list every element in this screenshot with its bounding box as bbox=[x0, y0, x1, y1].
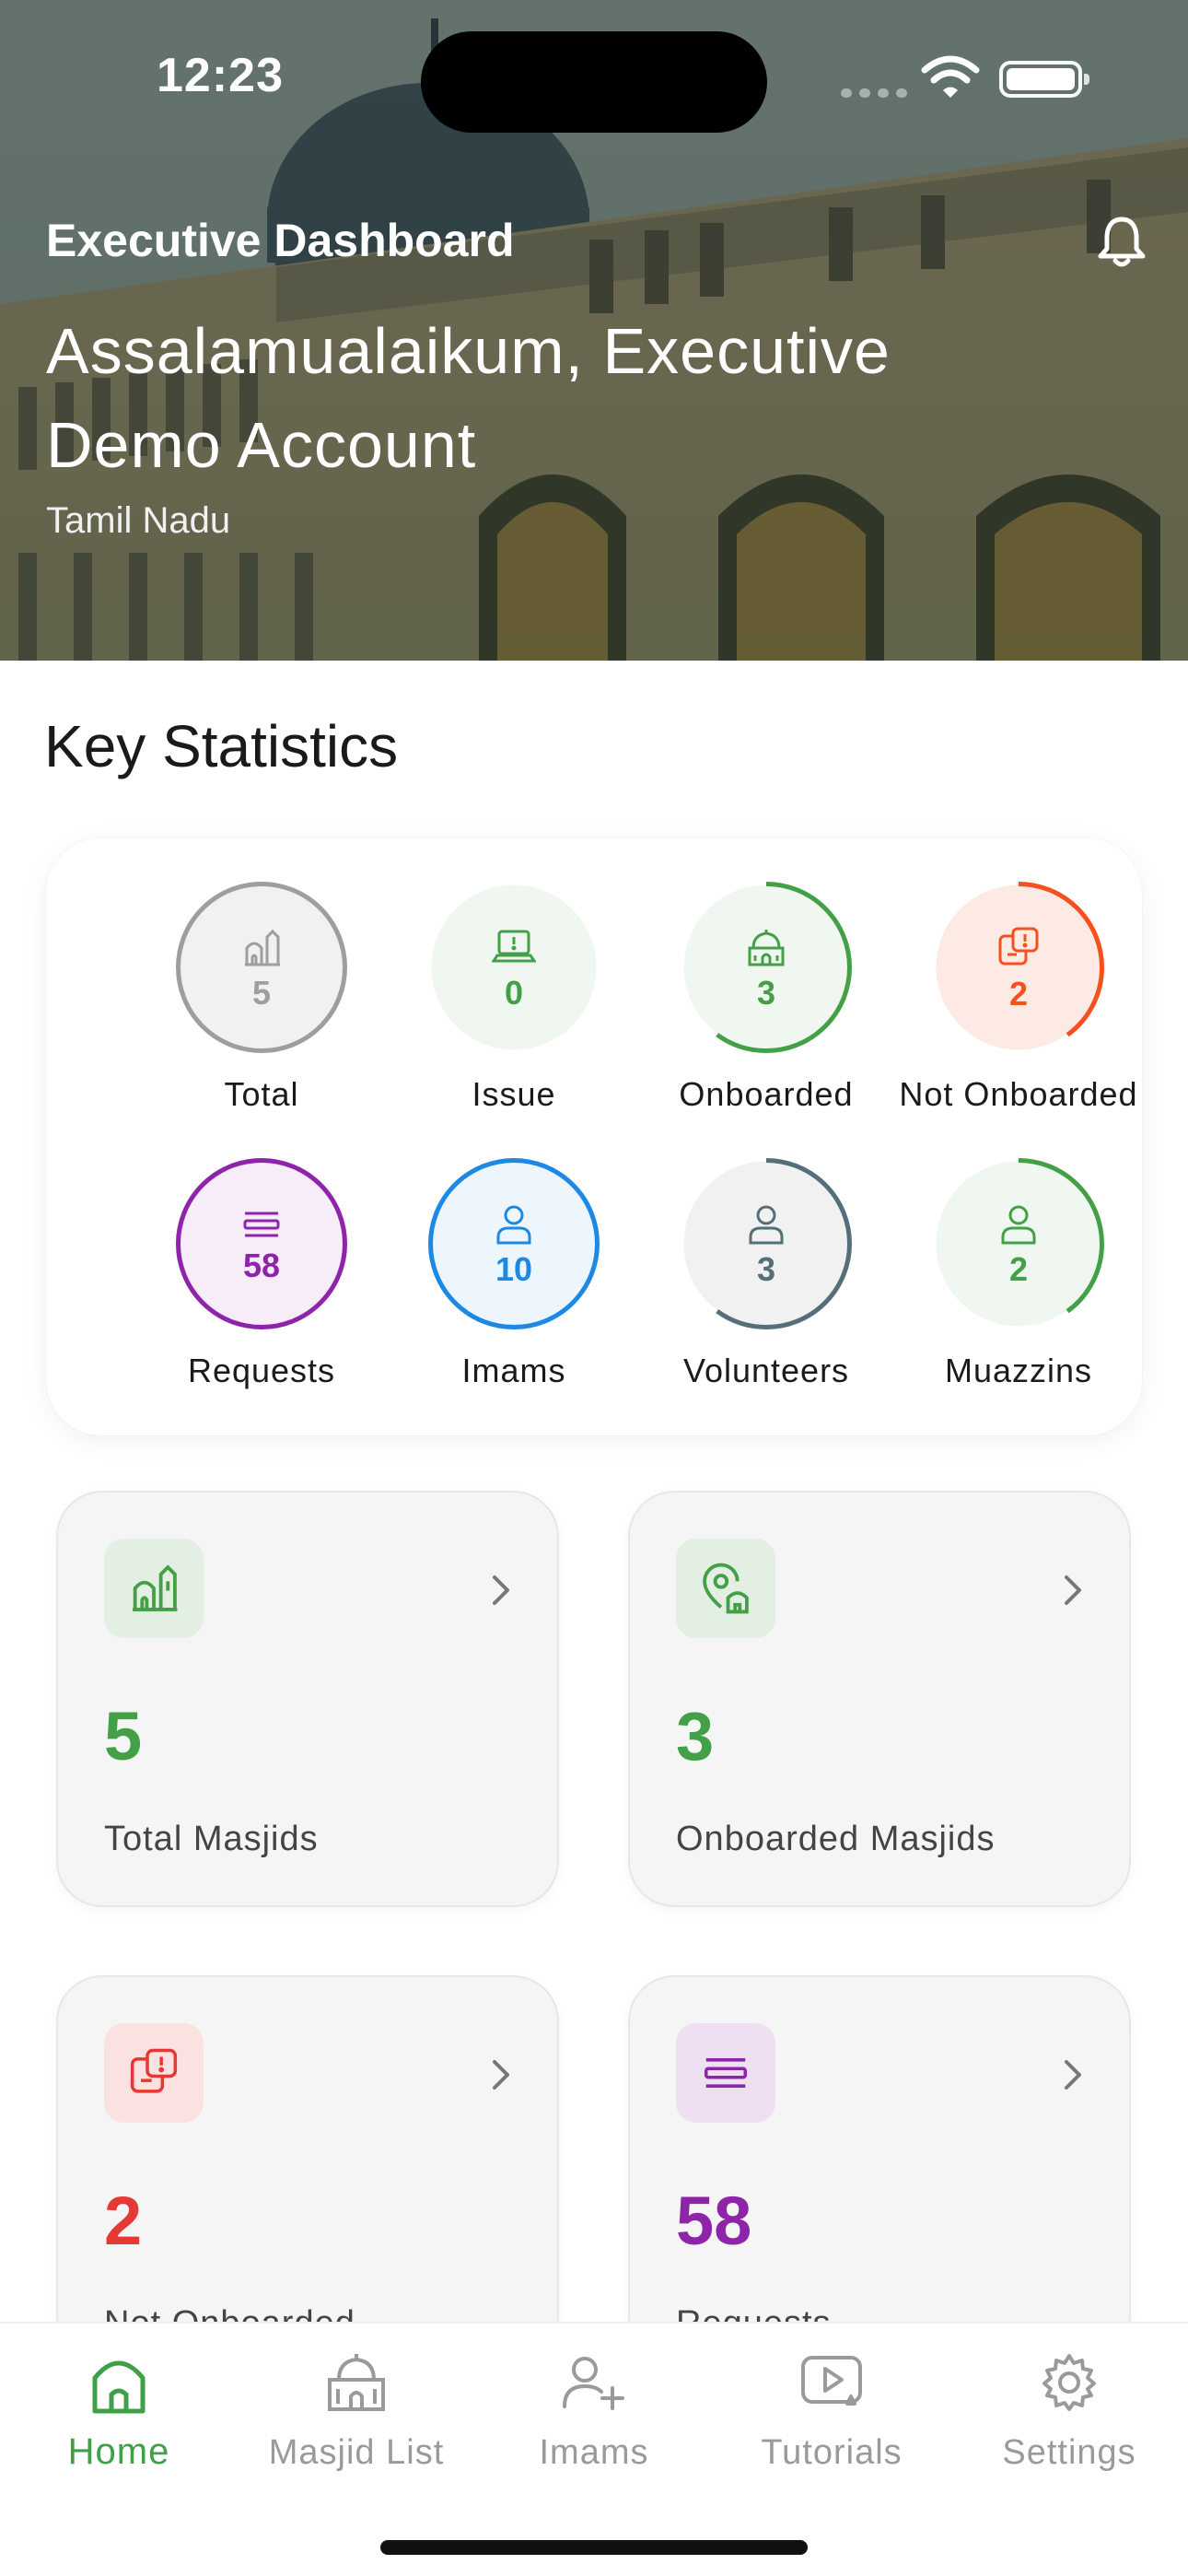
tile-icon-box bbox=[104, 1539, 204, 1638]
video-icon bbox=[801, 2356, 862, 2406]
stat-value: 3 bbox=[756, 974, 776, 1012]
stat-total[interactable]: 5 Total bbox=[135, 882, 388, 1114]
stat-value: 10 bbox=[495, 1250, 533, 1288]
stat-value: 0 bbox=[504, 974, 524, 1012]
tab-imams[interactable]: Imams bbox=[475, 2347, 713, 2473]
masjid-icon bbox=[328, 2354, 385, 2411]
progress-ring: 2 bbox=[933, 1158, 1104, 1329]
tab-label: Tutorials bbox=[761, 2433, 903, 2472]
wifi-icon bbox=[921, 55, 980, 98]
home-indicator bbox=[380, 2540, 808, 2555]
stat-label: Muazzins bbox=[944, 1352, 1093, 1389]
tab-settings[interactable]: Settings bbox=[950, 2347, 1188, 2473]
greeting-text: Assalamualaikum, Executive Demo Account bbox=[46, 315, 891, 481]
person-icon bbox=[749, 1205, 784, 1245]
tab-label: Masjid List bbox=[268, 2433, 445, 2472]
battery-icon bbox=[999, 61, 1089, 98]
stat-label: Onboarded bbox=[679, 1075, 854, 1113]
notification-bell-icon[interactable] bbox=[1096, 214, 1147, 269]
key-statistics-card: 5 Total 0 Issue 3 Onboarded 2 Not Onboar… bbox=[46, 838, 1142, 1435]
stat-issue[interactable]: 0 Issue bbox=[388, 882, 640, 1114]
stat-value: 5 bbox=[251, 974, 272, 1012]
stat-label: Imams bbox=[461, 1352, 566, 1389]
list-icon bbox=[243, 1212, 280, 1237]
progress-ring: 10 bbox=[428, 1158, 600, 1329]
tile-value: 58 bbox=[676, 2183, 752, 2259]
laptop-alert-icon bbox=[492, 930, 536, 963]
progress-ring: 5 bbox=[176, 882, 347, 1053]
page-title: Executive Dashboard bbox=[46, 215, 515, 266]
section-title-key-statistics: Key Statistics bbox=[44, 713, 399, 779]
chat-alert-icon bbox=[998, 927, 1039, 966]
chevron-right-icon bbox=[1065, 2060, 1081, 2090]
tile-not-onboarded[interactable]: 2 Not Onboarded bbox=[56, 1975, 559, 2362]
stat-muazzins[interactable]: 2 Muazzins bbox=[892, 1158, 1145, 1390]
tile-value: 2 bbox=[104, 2183, 143, 2259]
progress-ring: 3 bbox=[681, 882, 852, 1053]
chevron-right-icon bbox=[493, 2060, 509, 2090]
region-label: Tamil Nadu bbox=[46, 500, 231, 541]
tile-value: 5 bbox=[104, 1698, 143, 1774]
stat-not-onboarded[interactable]: 2 Not Onboarded bbox=[892, 882, 1145, 1114]
chevron-right-icon bbox=[1065, 1575, 1081, 1605]
mosque-icon bbox=[245, 929, 280, 966]
person-icon bbox=[1001, 1205, 1036, 1245]
tab-masjid-list[interactable]: Masjid List bbox=[238, 2347, 475, 2473]
progress-ring: 3 bbox=[681, 1158, 852, 1329]
tab-home[interactable]: Home bbox=[0, 2347, 238, 2473]
tab-tutorials[interactable]: Tutorials bbox=[713, 2347, 950, 2473]
stat-onboarded[interactable]: 3 Onboarded bbox=[640, 882, 892, 1114]
status-bar: 12:23 bbox=[0, 0, 1188, 157]
stat-value: 2 bbox=[1008, 975, 1029, 1013]
home-icon bbox=[92, 2360, 146, 2414]
stat-label: Total bbox=[224, 1075, 299, 1113]
stat-value: 2 bbox=[1008, 1250, 1029, 1288]
tile-requests[interactable]: 58 Requests bbox=[628, 1975, 1131, 2362]
tile-icon-box bbox=[104, 2023, 204, 2123]
gear-icon bbox=[1042, 2354, 1096, 2411]
progress-ring: 0 bbox=[428, 882, 600, 1053]
stat-imams[interactable]: 10 Imams bbox=[388, 1158, 640, 1390]
stat-label: Volunteers bbox=[682, 1352, 850, 1389]
person-icon bbox=[496, 1205, 531, 1245]
stat-value: 58 bbox=[242, 1247, 281, 1284]
tab-label: Home bbox=[67, 2431, 170, 2472]
chat-alert-icon bbox=[130, 2048, 178, 2093]
stat-label: Issue bbox=[472, 1075, 556, 1113]
stat-value: 3 bbox=[756, 1250, 776, 1288]
add-person-icon bbox=[563, 2357, 624, 2410]
masjid-location-icon bbox=[703, 1563, 749, 1614]
masjid-dome-icon bbox=[748, 930, 785, 966]
progress-ring: 2 bbox=[933, 882, 1104, 1053]
status-time: 12:23 bbox=[157, 49, 284, 102]
progress-ring: 58 bbox=[176, 1158, 347, 1329]
dynamic-island bbox=[421, 31, 767, 133]
tile-icon-box bbox=[676, 1539, 775, 1638]
tile-caption: Total Masjids bbox=[104, 1820, 319, 1858]
tab-label: Settings bbox=[1002, 2433, 1136, 2472]
list-icon bbox=[704, 2058, 748, 2088]
stat-label: Not Onboarded bbox=[899, 1075, 1138, 1113]
tile-total-masjids[interactable]: 5 Total Masjids bbox=[56, 1491, 559, 1907]
header-banner: 12:23 Executive Dashboard Assalamualaiku… bbox=[0, 0, 1188, 661]
stat-volunteers[interactable]: 3 Volunteers bbox=[640, 1158, 892, 1390]
tile-caption: Onboarded Masjids bbox=[676, 1820, 996, 1858]
tab-label: Imams bbox=[539, 2433, 649, 2472]
stat-label: Requests bbox=[187, 1352, 336, 1389]
mosque-icon bbox=[133, 1564, 178, 1611]
tile-value: 3 bbox=[676, 1698, 715, 1774]
chevron-right-icon bbox=[493, 1575, 509, 1605]
tile-icon-box bbox=[676, 2023, 775, 2123]
tile-onboarded-masjids[interactable]: 3 Onboarded Masjids bbox=[628, 1491, 1131, 1907]
bottom-tab-bar: Home Masjid List Imams Tutorials Setting… bbox=[0, 2322, 1188, 2576]
stat-requests[interactable]: 58 Requests bbox=[135, 1158, 388, 1390]
cellular-signal-icon bbox=[841, 88, 907, 98]
